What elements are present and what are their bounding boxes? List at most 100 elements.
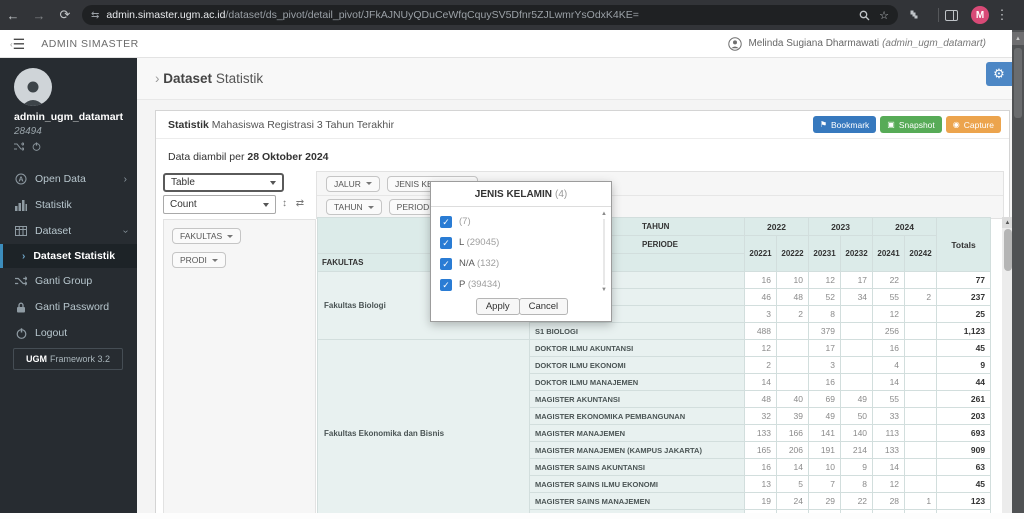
address-bar[interactable]: ⇆ admin.simaster.ugm.ac.id/dataset/ds_pi… <box>82 5 898 25</box>
total-cell: 1,123 <box>936 322 992 340</box>
filter-option[interactable]: ✓ P (39434) <box>440 274 613 295</box>
sidebar-item-label: Dataset <box>35 225 72 237</box>
value-cell: 49 <box>808 407 842 425</box>
sidebar-toggle-icon[interactable]: ‹☰ <box>10 37 25 51</box>
sidebar-item-dataset-statistik[interactable]: › Dataset Statistik <box>0 244 137 268</box>
attr-pill-jalur[interactable]: JALUR <box>326 175 380 192</box>
table-row: Fakultas Biologi 16 10 12 17 22 77 <box>317 271 992 340</box>
page-scroll-up-icon[interactable]: ▲ <box>1012 32 1024 45</box>
total-cell: 123 <box>936 492 992 510</box>
value-cell: 19 <box>744 492 777 510</box>
period-header[interactable]: 20241 <box>872 235 906 272</box>
prodi-cell: DOKTOR ILMU AKUNTANSI <box>529 339 745 357</box>
period-header[interactable]: 20222 <box>775 235 810 272</box>
user-power-icon[interactable] <box>32 142 41 151</box>
page-scrollbar-thumb[interactable] <box>1014 48 1022 118</box>
site-settings-icon[interactable]: ⇆ <box>91 10 99 21</box>
settings-cogs-button[interactable]: ⚙ <box>986 62 1012 86</box>
filter-scroll-down-icon[interactable]: ▼ <box>600 287 608 293</box>
checkbox-checked-icon[interactable]: ✓ <box>440 236 452 249</box>
value-cell: 34 <box>840 288 874 306</box>
sidebar-item-open-data[interactable]: A Open Data › <box>0 166 137 192</box>
browser-reload-icon[interactable]: ⟳ <box>52 7 78 23</box>
sidebar-item-ganti-group[interactable]: Ganti Group <box>0 268 137 294</box>
checkbox-checked-icon[interactable]: ✓ <box>440 215 452 228</box>
period-header[interactable]: 20231 <box>808 235 842 272</box>
url-text: admin.simaster.ugm.ac.id/dataset/ds_pivo… <box>106 9 639 21</box>
filter-scroll-up-icon[interactable]: ▲ <box>600 211 608 217</box>
prodi-cell: MAGISTER SAINS AKUNTANSI <box>529 458 745 476</box>
user-shuffle-icon[interactable] <box>14 142 24 151</box>
total-cell: 45 <box>936 475 992 493</box>
header-user-menu[interactable]: Melinda Sugiana Dharmawati (admin_ugm_da… <box>728 36 986 51</box>
value-cell: 46 <box>744 288 777 306</box>
filter-title: JENIS KELAMIN (4) <box>431 182 611 207</box>
page-scrollbar[interactable]: ▲ <box>1012 30 1024 513</box>
chevron-down-icon: › <box>119 229 131 233</box>
attr-pill-fakultas[interactable]: FAKULTAS <box>172 228 242 244</box>
value-cell: 256 <box>872 322 906 340</box>
filter-list-scrollbar[interactable]: ▲ ▼ <box>600 211 608 293</box>
bookmark-star-icon[interactable]: ☆ <box>879 9 889 22</box>
sidebar-item-ganti-password[interactable]: Ganti Password <box>0 294 137 320</box>
apply-button[interactable]: Apply <box>475 298 520 315</box>
scrollbar-thumb[interactable] <box>1003 229 1012 271</box>
year-header[interactable]: 2023 <box>808 217 874 236</box>
sidebar-item-label: Ganti Password <box>35 301 110 313</box>
browser-profile-avatar[interactable]: M <box>971 6 989 24</box>
browser-toolbar: ← → ⟳ ⇆ admin.simaster.ugm.ac.id/dataset… <box>0 0 1024 30</box>
open-data-icon: A <box>14 173 28 185</box>
sidebar-item-label: Statistik <box>35 199 72 211</box>
value-cell <box>840 305 874 323</box>
aggregator-order-icons[interactable]: ↕ ⇄ <box>282 198 307 209</box>
snapshot-icon: ▣ <box>887 120 895 129</box>
filter-option[interactable]: ✓ (7) <box>440 211 613 232</box>
value-cell: 4 <box>872 356 906 374</box>
dropdown-triangle-icon <box>211 258 218 262</box>
sidebar-item-logout[interactable]: Logout <box>0 320 137 346</box>
bookmark-button[interactable]: ⚑ Bookmark <box>812 116 877 133</box>
value-cell: 22 <box>872 271 906 289</box>
value-cell: 13 <box>744 475 777 493</box>
value-cell: 17 <box>808 339 842 357</box>
year-header[interactable]: 2022 <box>743 217 810 236</box>
header-user-role: (admin_ugm_datamart) <box>882 38 986 49</box>
sidebar-item-statistik[interactable]: Statistik <box>0 192 137 218</box>
cancel-button[interactable]: Cancel <box>518 298 569 315</box>
filter-option[interactable]: ✓ N/A (132) <box>440 253 613 274</box>
value-cell: 14 <box>872 373 906 391</box>
renderer-select[interactable]: Table <box>163 173 284 192</box>
sidebar-item-dataset[interactable]: Dataset › <box>0 218 137 244</box>
filter-option[interactable]: ✓ L (29045) <box>440 232 613 253</box>
value-cell <box>840 339 874 357</box>
period-header[interactable]: 20242 <box>904 235 938 272</box>
capture-button[interactable]: ◉ Capture <box>945 116 1001 133</box>
value-cell: 12 <box>872 475 906 493</box>
period-header[interactable]: 20232 <box>840 235 874 272</box>
extensions-icon[interactable] <box>906 9 932 21</box>
filter-option-label: N/A (132) <box>459 258 500 269</box>
period-header[interactable]: 20221 <box>744 235 777 272</box>
browser-back-icon[interactable]: ← <box>0 8 26 23</box>
checkbox-checked-icon[interactable]: ✓ <box>440 278 452 291</box>
power-icon <box>14 327 28 339</box>
shuffle-icon <box>14 276 28 286</box>
value-cell: 2 <box>744 356 777 374</box>
side-panel-icon[interactable] <box>945 9 971 21</box>
bookmark-icon: ⚑ <box>819 120 828 129</box>
attr-pill-tahun[interactable]: TAHUN <box>326 199 382 215</box>
total-cell: 237 <box>936 288 992 306</box>
checkbox-checked-icon[interactable]: ✓ <box>440 257 452 270</box>
browser-forward-icon[interactable]: → <box>26 8 52 23</box>
value-cell <box>904 424 938 442</box>
value-cell <box>840 322 874 340</box>
snapshot-button[interactable]: ▣ Snapshot <box>880 116 942 133</box>
filter-option-label: L (29045) <box>459 237 500 248</box>
attr-pill-prodi[interactable]: PRODI <box>172 252 226 268</box>
aggregator-select[interactable]: Count <box>163 195 276 214</box>
total-cell: 25 <box>936 305 992 323</box>
value-cell: 39 <box>775 407 810 425</box>
zoom-icon[interactable] <box>859 10 870 21</box>
year-header[interactable]: 2024 <box>872 217 938 236</box>
browser-menu-icon[interactable]: ⋮ <box>989 7 1015 23</box>
